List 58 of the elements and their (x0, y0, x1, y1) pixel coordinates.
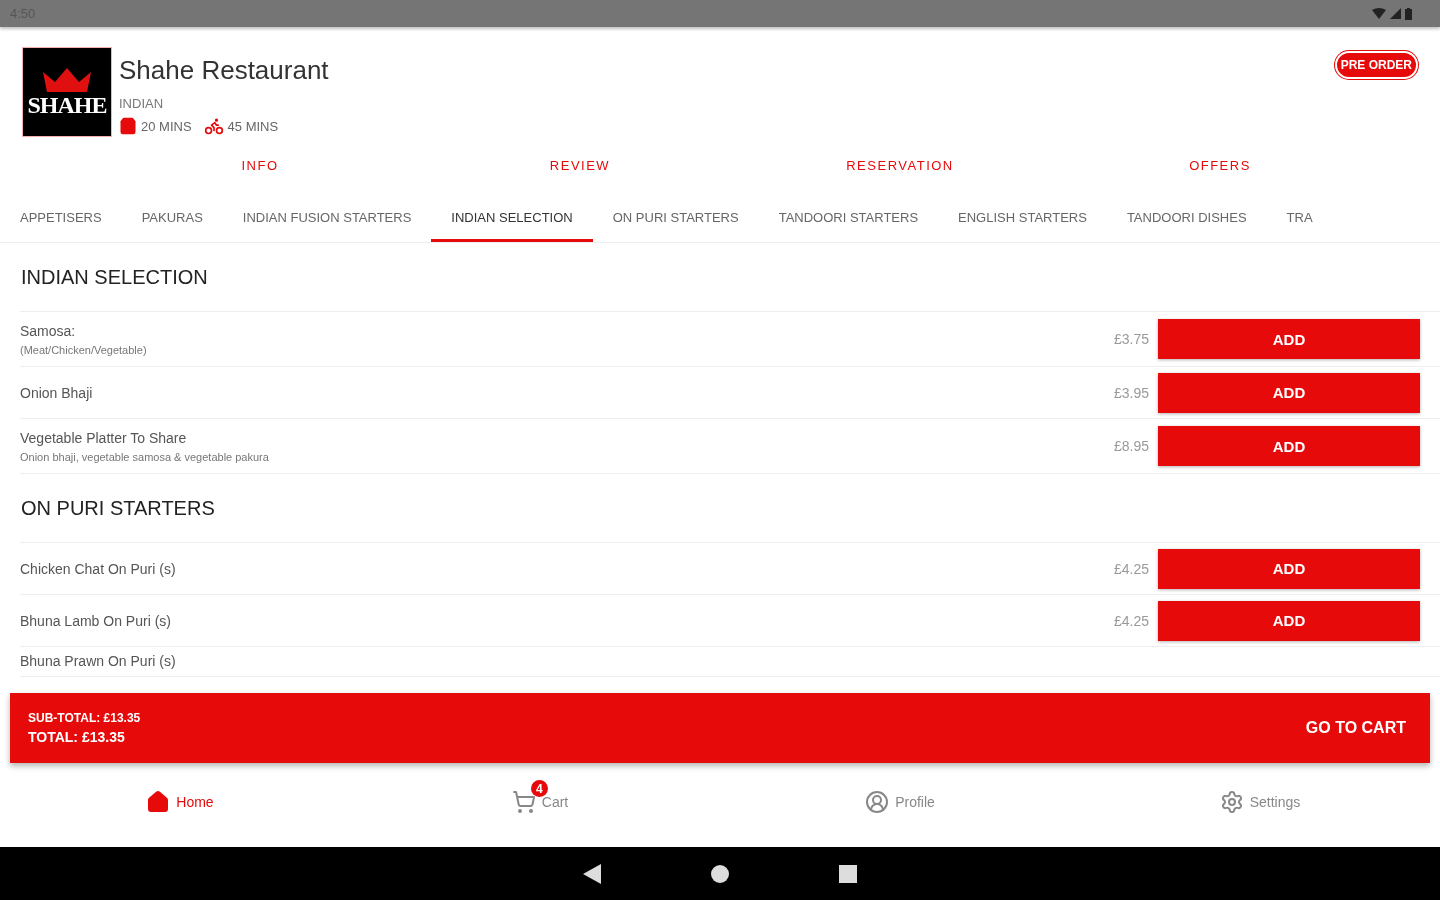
category-tab[interactable]: TANDOORI STARTERS (758, 190, 939, 242)
add-button[interactable]: ADD (1158, 600, 1420, 641)
back-icon[interactable] (583, 863, 601, 884)
item-price: £8.95 (1113, 438, 1149, 454)
logo-text: SHAHE (27, 91, 107, 119)
restaurant-name: Shahe Restaurant (119, 55, 330, 86)
item-name: Chicken Chat On Puri (s) (20, 560, 177, 577)
profile-icon (865, 790, 890, 814)
add-button[interactable]: ADD (1158, 548, 1420, 589)
pre-order-badge[interactable]: PRE ORDER (1334, 51, 1418, 79)
category-tab[interactable]: PAKURAS (121, 190, 223, 242)
item-name: Vegetable Platter To Share (20, 429, 188, 446)
cuisine-label: INDIAN (119, 96, 165, 111)
item-price: £3.95 (1113, 384, 1149, 401)
item-name: Onion Bhaji (20, 384, 94, 401)
category-tab[interactable]: TANDOORI DISHES (1106, 190, 1267, 242)
section-title: INDIAN SELECTION (20, 243, 1440, 312)
info-tab[interactable]: OFFERS (1060, 156, 1380, 174)
category-tab[interactable]: TRA (1266, 190, 1333, 242)
nav-item[interactable]: Profile (720, 776, 1080, 828)
recents-icon[interactable] (839, 864, 857, 883)
item-price: £4.25 (1113, 612, 1149, 629)
subtotal-text: SUB-TOTAL: £13.35 (28, 711, 141, 725)
item-description: (Meat/Chicken/Vegetable) (20, 343, 148, 356)
settings-icon (1219, 790, 1244, 814)
signal-icon (1390, 8, 1401, 19)
item-name: Bhuna Prawn On Puri (s) (20, 653, 177, 669)
add-button[interactable]: ADD (1158, 426, 1420, 466)
nav-item[interactable]: Home (0, 776, 360, 828)
cart-count-badge: 4 (530, 780, 548, 797)
home-button-icon[interactable] (711, 864, 729, 883)
bike-icon (203, 116, 224, 136)
item-price: £3.75 (1113, 331, 1149, 347)
battery-icon (1405, 7, 1412, 20)
item-description: Onion bhaji, vegetable samosa & vegetable pakura (20, 450, 270, 463)
item-price: £4.25 (1113, 560, 1149, 577)
item-name: Samosa: (20, 322, 77, 339)
collection-time: 20 MINS (141, 118, 192, 134)
info-tab[interactable]: RESERVATION (740, 156, 1060, 174)
total-text: TOTAL: £13.35 (28, 729, 126, 745)
cart-icon (511, 790, 536, 814)
add-button[interactable]: ADD (1158, 319, 1420, 359)
category-tab[interactable]: ON PURI STARTERS (592, 190, 759, 242)
category-tab[interactable]: APPETISERS (0, 190, 122, 242)
category-tab[interactable]: ENGLISH STARTERS (938, 190, 1107, 242)
home-icon (146, 790, 171, 814)
wifi-icon (1372, 8, 1386, 19)
info-tab[interactable]: REVIEW (420, 156, 740, 174)
add-button[interactable]: ADD (1158, 372, 1420, 413)
go-to-cart-button[interactable]: GO TO CART (1299, 718, 1412, 738)
section-title: ON PURI STARTERS (20, 474, 1440, 543)
category-tab[interactable]: INDIAN SELECTION (431, 190, 593, 242)
item-name: Bhuna Lamb On Puri (s) (20, 612, 172, 629)
info-tab[interactable]: INFO (100, 156, 420, 174)
nav-item[interactable]: Settings (1080, 776, 1440, 828)
delivery-time: 45 MINS (227, 118, 279, 134)
nav-item[interactable]: 4 Cart (360, 776, 720, 828)
category-tab[interactable]: INDIAN FUSION STARTERS (222, 190, 432, 242)
